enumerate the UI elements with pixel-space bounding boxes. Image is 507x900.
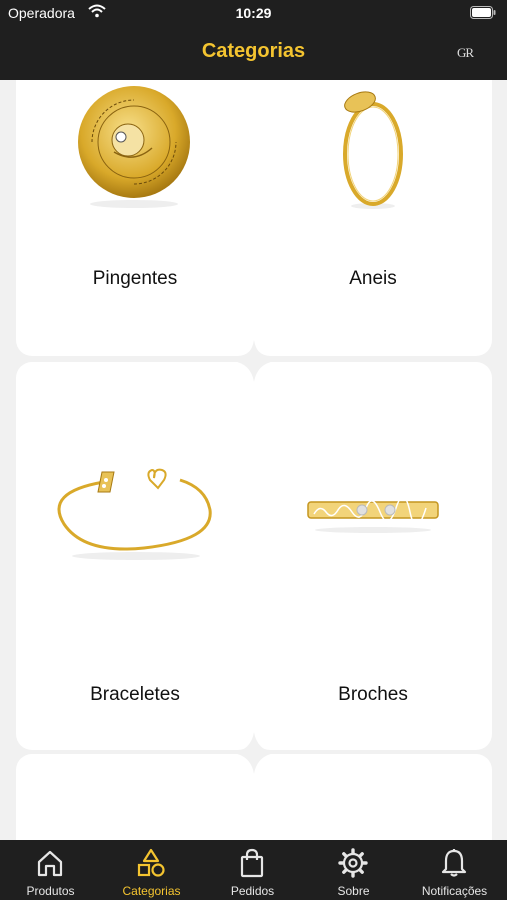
tab-label: Produtos (26, 884, 75, 898)
nav-bar: Categorias GR (0, 26, 507, 80)
category-card-braceletes[interactable]: Braceletes (16, 362, 254, 750)
category-label: Aneis (349, 268, 397, 289)
category-card-broches[interactable]: Broches (254, 362, 492, 750)
category-card-pingentes[interactable]: Pingentes (16, 80, 254, 356)
battery-icon (470, 6, 497, 22)
tab-label: Pedidos (230, 884, 275, 898)
tab-label: Sobre (337, 884, 370, 898)
shapes-icon (137, 848, 165, 877)
pendant-image (78, 86, 190, 208)
tab-notificacoes[interactable]: Notificações (404, 840, 505, 900)
status-bar: Operadora 10:29 (0, 0, 507, 26)
tab-label: Notificações (421, 884, 488, 898)
tab-produtos[interactable]: Produtos (0, 840, 101, 900)
ring-image (343, 91, 403, 209)
brand-logo: GR (456, 45, 474, 60)
category-label: Broches (338, 684, 408, 705)
category-label: Pingentes (92, 268, 178, 289)
category-card[interactable] (16, 754, 254, 840)
brooch-image (307, 496, 439, 533)
tab-label: Categorias (122, 884, 181, 898)
page-title: Categorias (201, 40, 306, 62)
category-label: Braceletes (90, 684, 180, 705)
bracelet-image (57, 468, 212, 560)
category-card[interactable] (254, 754, 492, 840)
tab-sobre[interactable]: Sobre (303, 840, 404, 900)
clock: 10:29 (235, 5, 272, 21)
home-icon (37, 850, 63, 877)
sparkle-icon (233, 732, 275, 774)
gear-icon (338, 848, 368, 878)
tab-categorias[interactable]: Categorias (101, 840, 202, 900)
category-grid[interactable]: Pingentes Aneis Braceletes Broches (0, 80, 507, 840)
shopping-bag-icon (240, 848, 264, 878)
bell-icon (441, 849, 467, 877)
sparkle-icon (233, 340, 275, 382)
tab-bar: Produtos Categorias Pedidos Sobre Notifi… (0, 840, 507, 900)
tab-pedidos[interactable]: Pedidos (202, 840, 303, 900)
category-card-aneis[interactable]: Aneis (254, 80, 492, 356)
